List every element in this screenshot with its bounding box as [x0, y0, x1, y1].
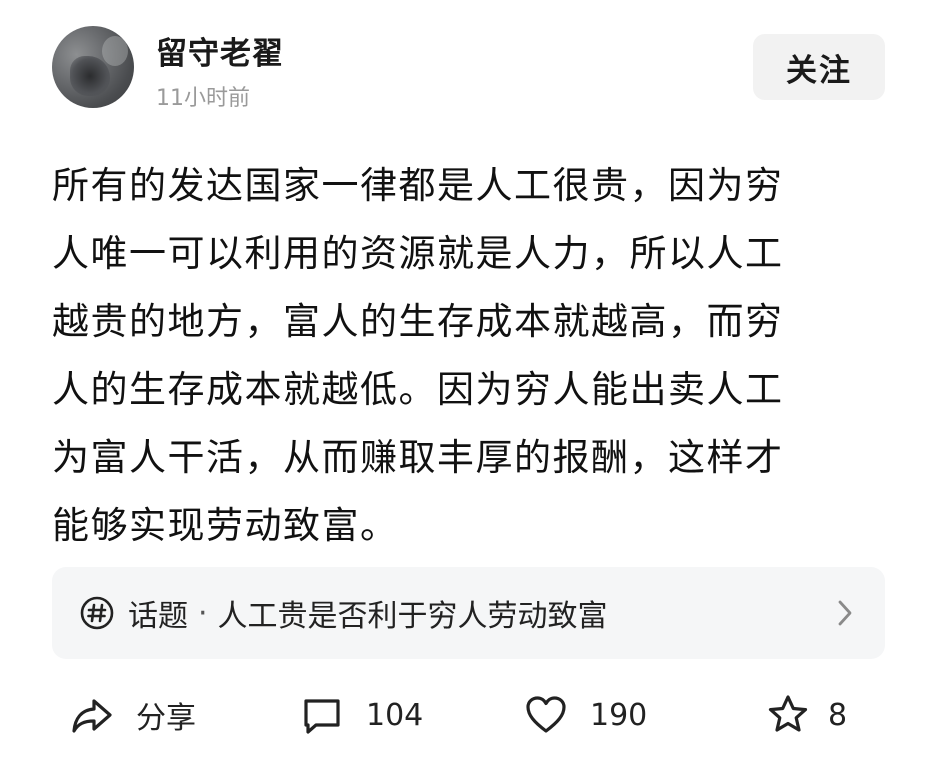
chevron-right-icon — [838, 600, 852, 626]
post-body: 所有的发达国家一律都是人工很贵，因为穷 人唯一可以利用的资源就是人力，所以人工 … — [52, 152, 888, 560]
avatar[interactable] — [52, 26, 134, 108]
post-line: 为富人干活，从而赚取丰厚的报酬，这样才 — [52, 436, 784, 479]
favorite-button[interactable]: 8 — [766, 684, 847, 746]
hashtag-icon — [78, 594, 116, 632]
author-name[interactable]: 留守老翟 — [156, 28, 284, 73]
post-line: 越贵的地方，富人的生存成本就越高，而穷 — [52, 300, 784, 343]
follow-button[interactable]: 关注 — [753, 34, 885, 100]
post-header: 留守老翟 11小时前 关注 — [52, 26, 885, 111]
share-button[interactable]: 分享 — [70, 684, 196, 746]
topic-label: 话题 — [128, 599, 188, 634]
favorite-count: 8 — [828, 697, 848, 733]
share-label: 分享 — [136, 701, 196, 736]
heart-icon — [524, 693, 568, 737]
post-line: 人的生存成本就越低。因为穷人能出卖人工 — [52, 368, 784, 411]
topic-separator: · — [198, 595, 208, 631]
post-time: 11小时前 — [156, 86, 250, 111]
post-line: 所有的发达国家一律都是人工很贵，因为穷 — [52, 164, 784, 207]
action-bar: 分享 104 190 8 — [52, 684, 885, 746]
topic-title: 人工贵是否利于穷人劳动致富 — [217, 599, 608, 634]
share-icon — [70, 693, 114, 737]
like-button[interactable]: 190 — [524, 684, 647, 746]
post-line: 人唯一可以利用的资源就是人力，所以人工 — [52, 232, 784, 275]
topic-link[interactable]: 话题 · 人工贵是否利于穷人劳动致富 — [52, 567, 885, 659]
comment-icon — [300, 693, 344, 737]
star-icon — [766, 693, 810, 737]
avatar-highlight — [102, 36, 128, 66]
comment-button[interactable]: 104 — [300, 684, 423, 746]
comment-count: 104 — [366, 697, 424, 733]
post-line: 能够实现劳动致富。 — [52, 504, 399, 547]
like-count: 190 — [590, 697, 648, 733]
avatar-shade — [70, 56, 110, 96]
